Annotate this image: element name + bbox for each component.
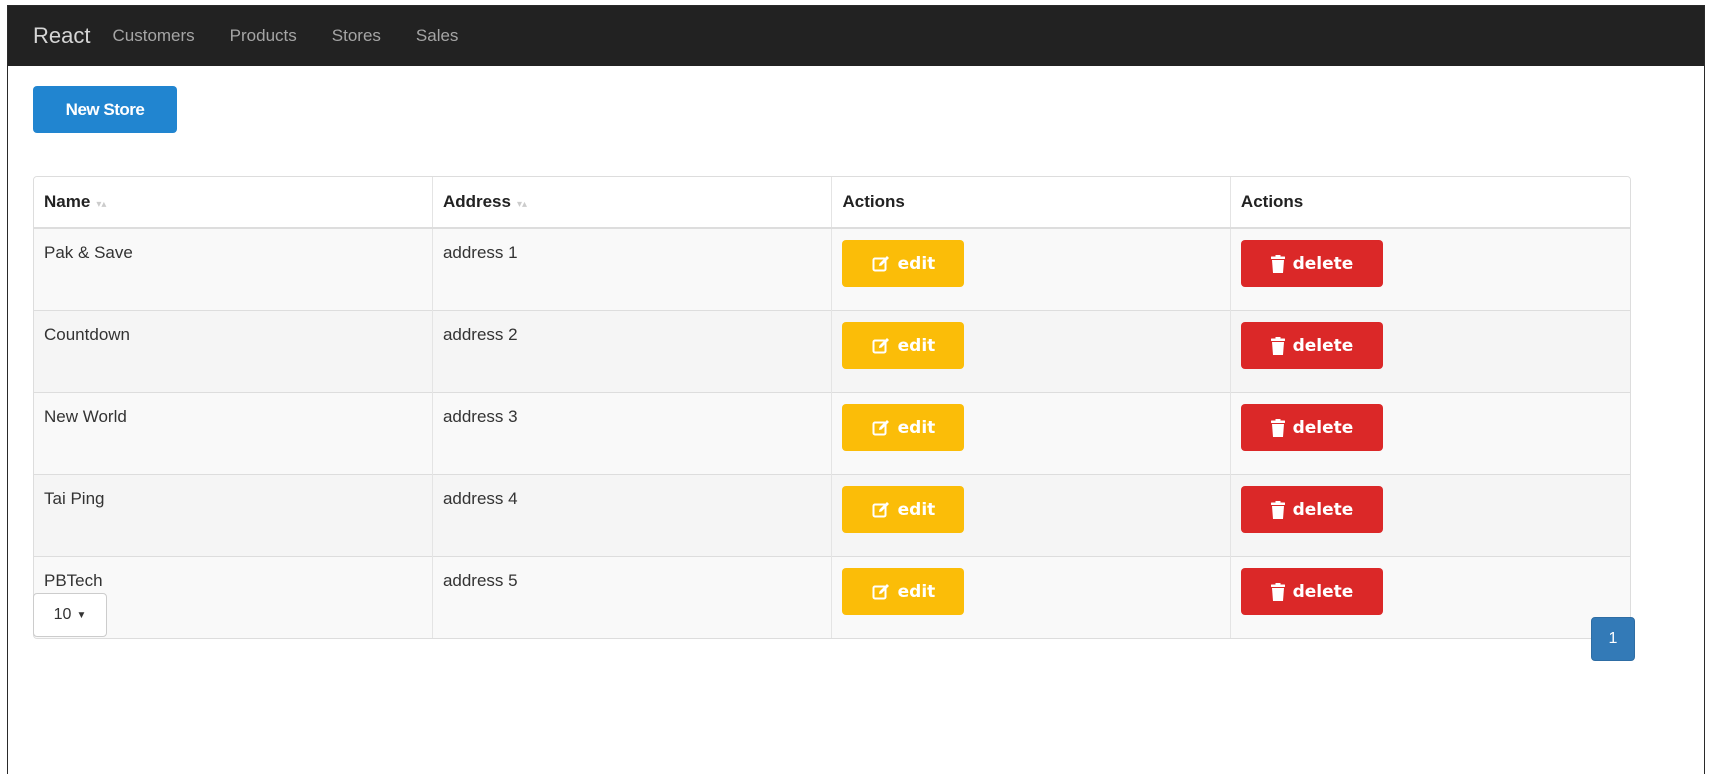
delete-cell: delete xyxy=(1229,556,1630,638)
header-name[interactable]: Name ▾▴ xyxy=(34,177,433,229)
delete-button[interactable]: delete xyxy=(1240,240,1383,287)
header-address[interactable]: Address ▾▴ xyxy=(431,177,832,229)
edit-button[interactable]: edit xyxy=(842,404,965,451)
store-name-cell: Tai Ping xyxy=(34,474,433,557)
delete-cell: delete xyxy=(1229,227,1630,311)
trash-icon xyxy=(1270,418,1285,437)
edit-cell: edit xyxy=(831,227,1231,311)
table-header-row: Name ▾▴ Address ▾▴ Actions Actions xyxy=(34,177,1630,229)
per-page-dropdown[interactable]: 10 ▼ xyxy=(33,593,107,637)
app-frame: React Customers Products Stores Sales Ne… xyxy=(7,5,1705,774)
edit-button[interactable]: edit xyxy=(842,568,965,615)
edit-cell: edit xyxy=(831,474,1231,557)
trash-icon xyxy=(1270,254,1285,273)
trash-icon xyxy=(1270,582,1285,601)
delete-label: delete xyxy=(1292,335,1354,356)
edit-label: edit xyxy=(897,417,936,438)
header-actions-edit: Actions xyxy=(831,177,1231,229)
nav-link-stores[interactable]: Stores xyxy=(332,26,381,46)
delete-button[interactable]: delete xyxy=(1240,486,1383,533)
edit-cell: edit xyxy=(831,556,1231,638)
store-address-cell: address 3 xyxy=(431,392,832,475)
store-address-cell: address 5 xyxy=(431,556,832,638)
delete-label: delete xyxy=(1292,499,1354,520)
sort-icon[interactable]: ▾▴ xyxy=(96,199,106,210)
trash-icon xyxy=(1270,336,1285,355)
navbar: React Customers Products Stores Sales xyxy=(8,6,1704,66)
header-name-label: Name xyxy=(44,192,91,211)
edit-label: edit xyxy=(897,335,936,356)
header-address-label: Address xyxy=(442,192,511,211)
edit-cell: edit xyxy=(831,392,1231,475)
sort-icon[interactable]: ▾▴ xyxy=(517,199,527,210)
new-store-button[interactable]: New Store xyxy=(33,86,177,133)
table-row: PBTech address 5 edit delete xyxy=(34,556,1630,638)
edit-icon xyxy=(872,583,889,599)
edit-icon xyxy=(872,255,889,271)
store-address-cell: address 2 xyxy=(431,310,832,393)
delete-label: delete xyxy=(1292,581,1354,602)
delete-cell: delete xyxy=(1229,310,1630,393)
delete-label: delete xyxy=(1292,417,1354,438)
delete-cell: delete xyxy=(1229,474,1630,557)
store-address-cell: address 1 xyxy=(431,227,832,311)
edit-cell: edit xyxy=(831,310,1231,393)
delete-button[interactable]: delete xyxy=(1240,568,1383,615)
nav-link-sales[interactable]: Sales xyxy=(416,26,459,46)
store-name-cell: Countdown xyxy=(34,310,433,393)
delete-button[interactable]: delete xyxy=(1240,322,1383,369)
delete-cell: delete xyxy=(1229,392,1630,475)
nav-link-products[interactable]: Products xyxy=(230,26,297,46)
store-name-cell: New World xyxy=(34,392,433,475)
edit-label: edit xyxy=(897,499,936,520)
nav-link-customers[interactable]: Customers xyxy=(112,26,194,46)
table-row: Countdown address 2 edit delete xyxy=(34,310,1630,393)
table-row: New World address 3 edit delete xyxy=(34,392,1630,475)
store-address-cell: address 4 xyxy=(431,474,832,557)
delete-label: delete xyxy=(1292,253,1354,274)
store-name-cell: Pak & Save xyxy=(34,227,433,311)
table-row: Tai Ping address 4 edit delete xyxy=(34,474,1630,557)
table-row: Pak & Save address 1 edit delete xyxy=(34,227,1630,311)
header-actions-delete: Actions xyxy=(1229,177,1630,229)
edit-icon xyxy=(872,419,889,435)
navbar-brand[interactable]: React xyxy=(33,23,90,49)
trash-icon xyxy=(1270,500,1285,519)
edit-label: edit xyxy=(897,581,936,602)
edit-button[interactable]: edit xyxy=(842,322,965,369)
edit-button[interactable]: edit xyxy=(842,240,965,287)
edit-button[interactable]: edit xyxy=(842,486,965,533)
edit-icon xyxy=(872,337,889,353)
per-page-value: 10 xyxy=(53,606,72,623)
edit-icon xyxy=(872,501,889,517)
delete-button[interactable]: delete xyxy=(1240,404,1383,451)
edit-label: edit xyxy=(897,253,936,274)
stores-table: Name ▾▴ Address ▾▴ Actions Actions Pak & S… xyxy=(33,176,1631,639)
page-button-current[interactable]: 1 xyxy=(1591,617,1635,661)
caret-down-icon: ▼ xyxy=(76,609,87,621)
